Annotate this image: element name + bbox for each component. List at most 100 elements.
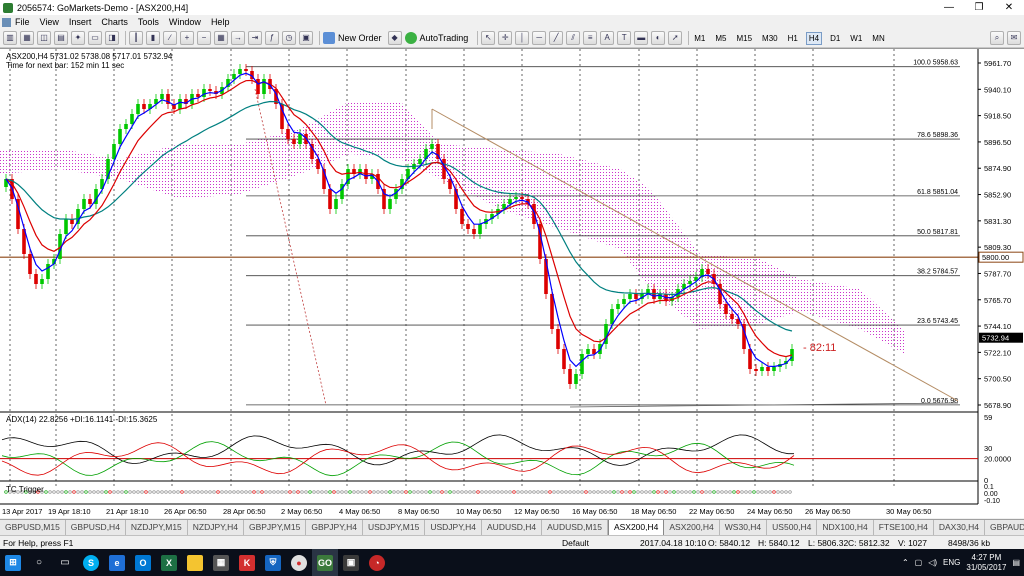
chart-tab[interactable]: GBPJPY,M15 bbox=[244, 520, 307, 535]
line-chart-icon[interactable]: ∕ bbox=[163, 31, 177, 45]
outlook-icon[interactable]: O bbox=[130, 549, 156, 576]
menu-window[interactable]: Window bbox=[169, 17, 201, 27]
new-order-button[interactable]: New Order bbox=[323, 32, 382, 44]
menu-help[interactable]: Help bbox=[211, 17, 230, 27]
chart-tab[interactable]: AUDUSD,M15 bbox=[542, 520, 608, 535]
strategy-tester-icon[interactable]: ◨ bbox=[105, 31, 119, 45]
file-explorer-icon[interactable] bbox=[182, 549, 208, 576]
autotrading-button[interactable]: AutoTrading bbox=[404, 32, 468, 44]
chart-tab[interactable]: NDX100,H4 bbox=[817, 520, 874, 535]
time-tick-label: 12 May 06:50 bbox=[514, 507, 559, 516]
taskbar-clock[interactable]: 4:27 PM 31/05/2017 bbox=[966, 553, 1006, 573]
equidistant-channel-icon[interactable]: ⫽ bbox=[566, 31, 581, 45]
chart-tab[interactable]: US500,H4 bbox=[767, 520, 818, 535]
indicators-icon[interactable]: ƒ bbox=[265, 31, 279, 45]
tc-trigger-dot bbox=[188, 490, 192, 494]
chrome-icon[interactable]: ● bbox=[286, 549, 312, 576]
menu-insert[interactable]: Insert bbox=[69, 17, 92, 27]
chart-tab[interactable]: NZDJPY,M15 bbox=[126, 520, 188, 535]
text-label-icon[interactable]: T bbox=[617, 31, 632, 45]
volume-icon[interactable]: ◁) bbox=[928, 558, 937, 567]
templates-icon[interactable]: ▣ bbox=[299, 31, 313, 45]
market-watch-icon[interactable]: ◫ bbox=[37, 31, 51, 45]
trendline-icon[interactable]: ╱ bbox=[549, 31, 564, 45]
skype-icon[interactable]: S bbox=[78, 549, 104, 576]
menu-tools[interactable]: Tools bbox=[138, 17, 159, 27]
arrows-icon[interactable]: ➚ bbox=[668, 31, 683, 45]
rectangle-icon[interactable]: ▬ bbox=[634, 31, 649, 45]
shield-app-icon[interactable]: ⛨ bbox=[260, 549, 286, 576]
price-tick-label: 5700.50 bbox=[984, 375, 1011, 384]
chart-window[interactable]: 100.0 5958.63 78.6 5898.36 61.8 5851.04 50.… bbox=[0, 48, 1024, 518]
chart-tab[interactable]: AUDUSD,H4 bbox=[482, 520, 543, 535]
metatrader-icon[interactable]: GO bbox=[312, 549, 338, 576]
chart-tab[interactable]: GBPUSD,H4 bbox=[66, 520, 126, 535]
timeframe-w1[interactable]: W1 bbox=[848, 33, 864, 44]
chart-tab[interactable]: USDJPY,H4 bbox=[425, 520, 483, 535]
task-view-icon[interactable]: ▭ bbox=[52, 549, 78, 576]
chart-tab[interactable]: DAX30,H4 bbox=[934, 520, 986, 535]
horizontal-line-icon[interactable]: ─ bbox=[532, 31, 547, 45]
chart-tab[interactable]: FTSE100,H4 bbox=[874, 520, 934, 535]
timeframe-mn[interactable]: MN bbox=[870, 33, 886, 44]
chat-icon[interactable]: ✉ bbox=[1007, 31, 1021, 45]
profiles-icon[interactable]: ▦ bbox=[20, 31, 34, 45]
candle-body bbox=[232, 74, 236, 79]
navigator-icon[interactable]: ✦ bbox=[71, 31, 85, 45]
network-icon[interactable]: ▢ bbox=[915, 558, 923, 567]
periods-icon[interactable]: ◷ bbox=[282, 31, 296, 45]
language-indicator[interactable]: ENG bbox=[943, 558, 960, 567]
new-chart-icon[interactable]: ▥ bbox=[3, 31, 17, 45]
chart-tab[interactable]: GBPAUD,M15 bbox=[985, 520, 1024, 535]
timeframe-h4[interactable]: H4 bbox=[805, 31, 823, 45]
metaeditor-icon[interactable]: ◆ bbox=[387, 31, 402, 45]
chart-tab[interactable]: NZDJPY,H4 bbox=[188, 520, 244, 535]
restore-button[interactable]: ❐ bbox=[964, 2, 994, 13]
chart-tab[interactable]: ASX200,H4 bbox=[664, 520, 720, 535]
app-b-icon[interactable]: ▣ bbox=[338, 549, 364, 576]
timeframe-m15[interactable]: M15 bbox=[734, 33, 754, 44]
vertical-line-icon[interactable]: │ bbox=[515, 31, 530, 45]
text-tool-icon[interactable]: A bbox=[600, 31, 615, 45]
data-window-icon[interactable]: ▤ bbox=[54, 31, 68, 45]
chart-tab[interactable]: GBPJPY,H4 bbox=[306, 520, 363, 535]
excel-icon[interactable]: X bbox=[156, 549, 182, 576]
menu-file[interactable]: File bbox=[15, 17, 30, 27]
chart-canvas[interactable]: 100.0 5958.63 78.6 5898.36 61.8 5851.04 50.… bbox=[0, 49, 1024, 519]
shapes-icon[interactable]: ◐ bbox=[651, 31, 666, 45]
edge-icon[interactable]: e bbox=[104, 549, 130, 576]
chart-tab-active[interactable]: ASX200,H4 bbox=[607, 520, 665, 535]
zoom-in-icon[interactable]: + bbox=[180, 31, 194, 45]
price-tick-label: 5787.70 bbox=[984, 269, 1011, 278]
timeframe-m5[interactable]: M5 bbox=[713, 33, 728, 44]
close-button[interactable]: ✕ bbox=[994, 2, 1024, 13]
auto-scroll-icon[interactable]: → bbox=[231, 31, 245, 45]
timeframe-m30[interactable]: M30 bbox=[760, 33, 780, 44]
search-icon[interactable]: ⌕ bbox=[990, 31, 1004, 45]
crosshair-icon[interactable]: ✛ bbox=[498, 31, 513, 45]
start-button[interactable]: ⊞ bbox=[0, 549, 26, 576]
notifications-icon[interactable]: ▤ bbox=[1012, 558, 1020, 567]
menu-view[interactable]: View bbox=[40, 17, 59, 27]
fibonacci-icon[interactable]: ≡ bbox=[583, 31, 598, 45]
chart-shift-icon[interactable]: ⇥ bbox=[248, 31, 262, 45]
candlesticks-icon[interactable]: ▮ bbox=[146, 31, 160, 45]
terminal-icon[interactable]: ▭ bbox=[88, 31, 102, 45]
chart-tab[interactable]: USDJPY,M15 bbox=[363, 520, 426, 535]
chart-tab[interactable]: GBPUSD,M15 bbox=[0, 520, 66, 535]
k-app-icon[interactable]: K bbox=[234, 549, 260, 576]
minimize-button[interactable]: — bbox=[934, 2, 964, 13]
app-chart-icon[interactable]: ◔ bbox=[364, 549, 390, 576]
menu-charts[interactable]: Charts bbox=[101, 17, 128, 27]
chart-tab[interactable]: WS30,H4 bbox=[720, 520, 768, 535]
bar-chart-icon[interactable]: ┃ bbox=[129, 31, 143, 45]
tile-windows-icon[interactable]: ▦ bbox=[214, 31, 228, 45]
cursor-icon[interactable]: ↖ bbox=[481, 31, 496, 45]
calculator-icon[interactable]: ▦ bbox=[208, 549, 234, 576]
zoom-out-icon[interactable]: − bbox=[197, 31, 211, 45]
timeframe-m1[interactable]: M1 bbox=[692, 33, 707, 44]
search-taskbar-icon[interactable]: ○ bbox=[26, 549, 52, 576]
tray-chevron-icon[interactable]: ⌃ bbox=[902, 558, 909, 567]
timeframe-d1[interactable]: D1 bbox=[828, 33, 842, 44]
timeframe-h1[interactable]: H1 bbox=[786, 33, 800, 44]
